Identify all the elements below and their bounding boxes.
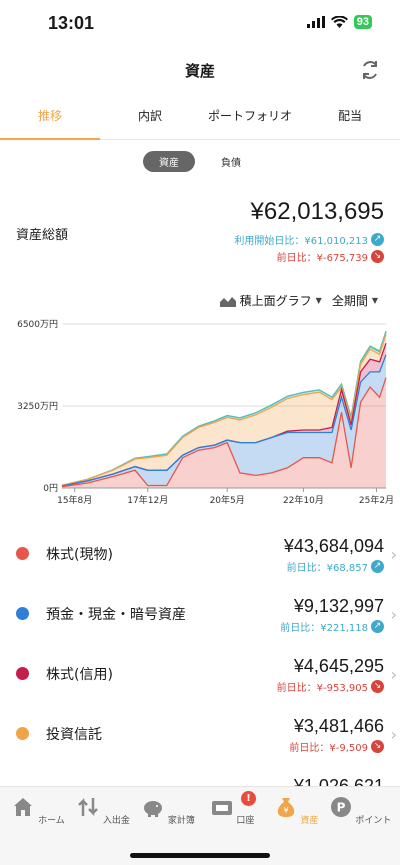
- asset-row-stocks[interactable]: 株式(現物) ¥43,684,094 前日比：¥68,857 ↗ ›: [0, 522, 400, 582]
- wifi-icon: [330, 16, 348, 28]
- graph-controls: 積上面グラフ ▼ 全期間 ▼: [219, 292, 378, 309]
- asset-name: 預金・現金・暗号資産: [46, 607, 186, 623]
- arrow-up-icon: ↗: [371, 620, 384, 633]
- nav-label: ホーム: [38, 816, 65, 826]
- asset-change: 前日比：¥-9,509 ↘: [289, 739, 384, 754]
- asset-name: 株式(信用): [46, 667, 113, 683]
- x-tick-label: 25年2月: [359, 494, 394, 506]
- asset-row-partial[interactable]: ¥1,026,621: [0, 762, 400, 786]
- nav-household[interactable]: 家計簿: [136, 795, 200, 826]
- arrow-down-icon: ↘: [371, 680, 384, 693]
- asset-row-funds[interactable]: 投資信託 ¥3,481,466 前日比：¥-9,509 ↘ ›: [0, 702, 400, 762]
- period-select[interactable]: 全期間 ▼: [332, 292, 378, 309]
- asset-name: 投資信託: [46, 727, 102, 743]
- arrow-up-icon: ↗: [371, 560, 384, 573]
- graph-type-select[interactable]: 積上面グラフ ▼: [219, 292, 322, 309]
- y-tick-label: 3250万円: [17, 401, 58, 412]
- battery-icon: 93: [353, 15, 372, 29]
- graph-type-label: 積上面グラフ: [239, 294, 312, 308]
- toggle-assets[interactable]: 資産: [143, 151, 195, 172]
- nav-label: 家計簿: [167, 816, 195, 826]
- asset-color-dot: [16, 667, 29, 680]
- x-tick-label: 15年8月: [57, 494, 92, 506]
- nav-label: 口座: [236, 816, 255, 826]
- notification-badge: !: [241, 791, 256, 806]
- nav-label: 入出金: [102, 816, 130, 826]
- x-tick-label: 17年12月: [127, 494, 168, 506]
- points-icon: P: [330, 797, 351, 817]
- prev-day-text: 前日比：¥-675,739: [276, 253, 368, 264]
- toggle-liabilities[interactable]: 負債: [205, 151, 257, 172]
- asset-row-cash[interactable]: 預金・現金・暗号資産 ¥9,132,997 前日比：¥221,118 ↗ ›: [0, 582, 400, 642]
- page-title: 資産: [184, 62, 215, 80]
- account-icon: [211, 801, 232, 815]
- svg-text:P: P: [336, 801, 345, 815]
- asset-change: 前日比：¥-953,905 ↘: [277, 679, 384, 694]
- status-icons: 93: [306, 15, 372, 29]
- svg-text:¥: ¥: [283, 806, 288, 815]
- tab-portfolio[interactable]: ポートフォリオ: [200, 96, 300, 139]
- transfer-icon: [78, 797, 98, 817]
- asset-change-text: 前日比：¥68,857: [286, 563, 368, 574]
- since-start-text: 利用開始日比：¥61,010,213: [234, 236, 368, 247]
- asset-change: 前日比：¥68,857 ↗: [287, 559, 384, 574]
- tab-bar: 推移 内訳 ポートフォリオ 配当: [0, 96, 400, 140]
- asset-value: ¥4,645,295: [293, 656, 384, 676]
- nav-accounts[interactable]: ! 口座: [200, 791, 264, 826]
- signal-icon: [306, 16, 325, 28]
- asset-color-dot: [16, 727, 29, 740]
- x-tick-label: 20年5月: [210, 494, 245, 506]
- arrow-up-icon: ↗: [371, 233, 384, 246]
- asset-value: ¥43,684,094: [283, 536, 384, 556]
- asset-change-text: 前日比：¥-9,509: [289, 743, 368, 754]
- arrow-down-icon: ↘: [371, 740, 384, 753]
- nav-label: 資産: [300, 816, 319, 826]
- asset-value: ¥1,026,621: [293, 776, 384, 786]
- nav-bar: 資産: [0, 48, 400, 92]
- assets-icon: ¥: [277, 798, 294, 817]
- nav-home[interactable]: ホーム: [6, 795, 70, 826]
- total-assets-value: ¥62,013,695: [250, 198, 384, 225]
- x-tick-label: 22年10月: [283, 494, 324, 506]
- chevron-right-icon: ›: [390, 545, 397, 564]
- piggy-bank-icon: [144, 801, 163, 817]
- area-chart-icon: [219, 296, 236, 307]
- asset-value: ¥3,481,466: [293, 716, 384, 736]
- chevron-right-icon: ›: [390, 605, 397, 624]
- chevron-right-icon: ›: [390, 725, 397, 744]
- asset-liability-toggle: 資産 負債: [0, 151, 400, 172]
- asset-color-dot: [16, 547, 29, 560]
- status-bar: 13:01 93: [0, 0, 400, 48]
- asset-color-dot: [16, 607, 29, 620]
- y-tick-label: 0円: [43, 483, 58, 494]
- chevron-right-icon: ›: [390, 665, 397, 684]
- asset-chart: 6500万円 3250万円 0円15年8月 17年12月 20年5月 22年10月 25年2…: [17, 319, 394, 506]
- asset-name: 株式(現物): [46, 547, 113, 563]
- home-indicator: [130, 853, 270, 858]
- nav-points[interactable]: P ポイント: [328, 795, 392, 826]
- chevron-down-icon: ▼: [371, 296, 378, 305]
- nav-transfer[interactable]: 入出金: [71, 795, 135, 826]
- chevron-down-icon: ▼: [315, 296, 322, 305]
- tab-trend[interactable]: 推移: [0, 96, 100, 140]
- nav-label: ポイント: [355, 816, 392, 826]
- asset-change-text: 前日比：¥221,118: [280, 623, 368, 634]
- asset-row-margin[interactable]: 株式(信用) ¥4,645,295 前日比：¥-953,905 ↘ ›: [0, 642, 400, 702]
- since-start-comparison: 利用開始日比：¥61,010,213 ↗: [234, 232, 384, 247]
- total-assets-label: 資産総額: [16, 228, 69, 243]
- status-time: 13:01: [48, 13, 95, 33]
- tab-breakdown[interactable]: 内訳: [100, 96, 200, 139]
- arrow-down-icon: ↘: [371, 250, 384, 263]
- y-tick-label: 6500万円: [17, 319, 58, 330]
- refresh-icon[interactable]: [356, 56, 384, 84]
- prev-day-comparison: 前日比：¥-675,739 ↘: [277, 249, 384, 264]
- asset-value: ¥9,132,997: [293, 596, 384, 616]
- asset-change: 前日比：¥221,118 ↗: [280, 619, 384, 634]
- tab-dividend[interactable]: 配当: [300, 96, 400, 139]
- home-icon: [14, 798, 33, 816]
- period-label: 全期間: [331, 294, 368, 308]
- asset-change-text: 前日比：¥-953,905: [276, 683, 368, 694]
- nav-assets[interactable]: ¥ 資産: [264, 795, 328, 826]
